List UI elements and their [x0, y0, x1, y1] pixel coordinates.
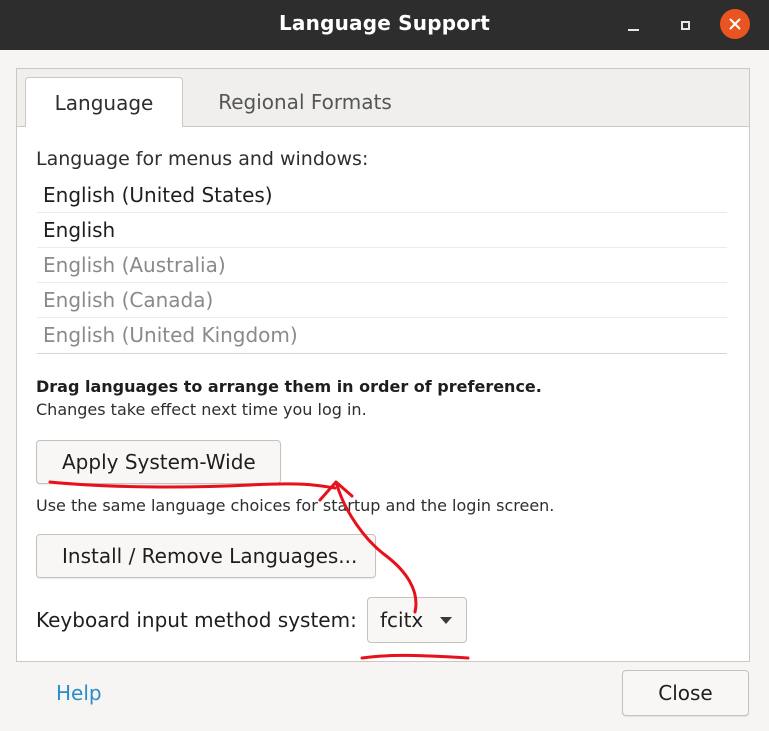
maximize-icon	[680, 20, 690, 30]
keyboard-input-method-select[interactable]: fcitx	[367, 597, 467, 643]
tab-language[interactable]: Language	[25, 77, 183, 128]
list-item[interactable]: English (United Kingdom)	[37, 318, 727, 353]
system-wide-description: Use the same language choices for startu…	[36, 496, 555, 515]
list-item[interactable]: English	[37, 213, 727, 248]
language-support-window: Language Support Language Regional Forma…	[0, 0, 769, 731]
drag-instruction: Drag languages to arrange them in order …	[36, 377, 542, 396]
list-item[interactable]: English (Australia)	[37, 248, 727, 283]
install-remove-languages-button[interactable]: Install / Remove Languages...	[36, 534, 376, 578]
minimize-button[interactable]	[618, 10, 648, 40]
help-link[interactable]: Help	[56, 681, 102, 705]
apply-system-wide-button[interactable]: Apply System-Wide	[36, 440, 281, 484]
language-list: English (United States) English English …	[37, 178, 727, 354]
close-window-button[interactable]	[720, 9, 750, 39]
minimize-icon	[627, 19, 639, 31]
keyboard-input-label: Keyboard input method system:	[36, 608, 357, 632]
notebook: Language Regional Formats Language for m…	[16, 68, 750, 662]
menus-language-label: Language for menus and windows:	[36, 148, 369, 170]
keyboard-input-value: fcitx	[380, 608, 424, 632]
maximize-button[interactable]	[670, 10, 700, 40]
list-item[interactable]: English (United States)	[37, 178, 727, 213]
language-tab-content: Language for menus and windows: English …	[17, 127, 749, 661]
tab-strip: Language Regional Formats	[17, 69, 749, 128]
change-note: Changes take effect next time you log in…	[36, 400, 367, 419]
list-item[interactable]: English (Canada)	[37, 283, 727, 318]
title-bar: Language Support	[0, 0, 769, 50]
chevron-down-icon	[440, 617, 452, 624]
close-icon	[729, 15, 741, 34]
close-button[interactable]: Close	[622, 670, 749, 716]
tab-regional-formats[interactable]: Regional Formats	[197, 77, 413, 127]
window-title: Language Support	[278, 11, 490, 35]
